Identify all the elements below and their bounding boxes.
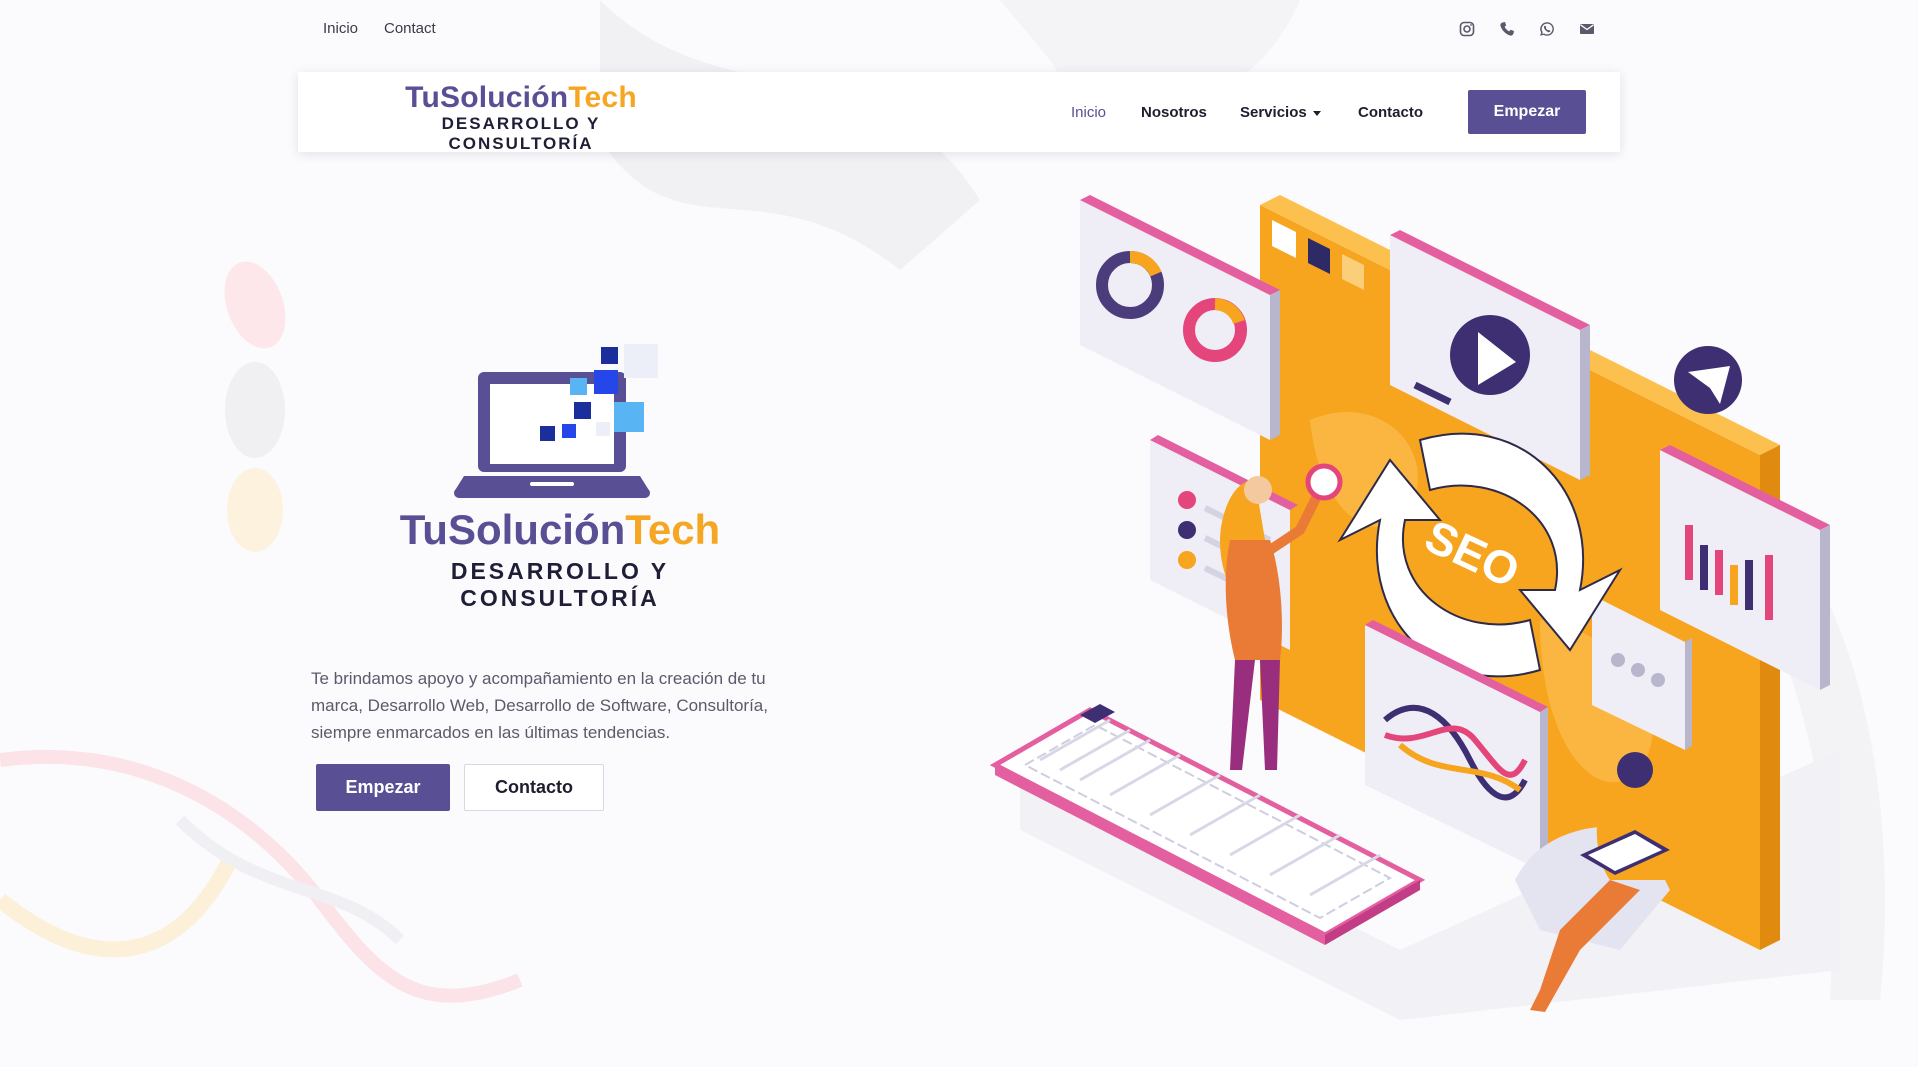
nav-item-nosotros[interactable]: Nosotros bbox=[1141, 104, 1207, 121]
hero-start-button[interactable]: Empezar bbox=[316, 764, 450, 811]
header-logo[interactable]: TuSoluciónTech DESARROLLO Y CONSULTORÍA bbox=[371, 80, 671, 154]
nav-item-inicio[interactable]: Inicio bbox=[1071, 104, 1106, 121]
logo-subtitle: DESARROLLO Y CONSULTORÍA bbox=[441, 114, 601, 153]
topbar: Inicio Contact bbox=[0, 0, 1918, 60]
topbar-link-contact[interactable]: Contact bbox=[384, 20, 436, 37]
hero-logo-subtitle: DESARROLLO Y CONSULTORÍA bbox=[450, 558, 670, 611]
logo-title-part2: Tech bbox=[568, 81, 637, 114]
main-header: TuSoluciónTech DESARROLLO Y CONSULTORÍA … bbox=[298, 72, 1620, 154]
chevron-down-icon bbox=[1312, 110, 1321, 116]
email-icon[interactable] bbox=[1576, 18, 1598, 40]
phone-icon[interactable] bbox=[1496, 18, 1518, 40]
instagram-icon[interactable] bbox=[1456, 18, 1478, 40]
laptop-logo-icon bbox=[454, 344, 658, 498]
logo-title-part1: TuSolución bbox=[405, 81, 569, 114]
nav-item-servicios-label: Servicios bbox=[1240, 104, 1307, 121]
topbar-link-inicio[interactable]: Inicio bbox=[323, 20, 358, 37]
hero-logo-title: TuSoluciónTech bbox=[380, 505, 740, 555]
whatsapp-icon[interactable] bbox=[1536, 18, 1558, 40]
hero-contact-button[interactable]: Contacto bbox=[464, 764, 604, 811]
seo-illustration: SEO bbox=[989, 195, 1840, 1020]
hero-description: Te brindamos apoyo y acompañamiento en l… bbox=[311, 669, 768, 742]
nav-item-servicios[interactable]: Servicios bbox=[1240, 104, 1321, 121]
hero-title-part1: TuSolución bbox=[399, 506, 626, 553]
header-cta-button[interactable]: Empezar bbox=[1468, 90, 1586, 134]
nav-item-contacto[interactable]: Contacto bbox=[1358, 104, 1423, 121]
hero-title-part2: Tech bbox=[625, 506, 721, 553]
